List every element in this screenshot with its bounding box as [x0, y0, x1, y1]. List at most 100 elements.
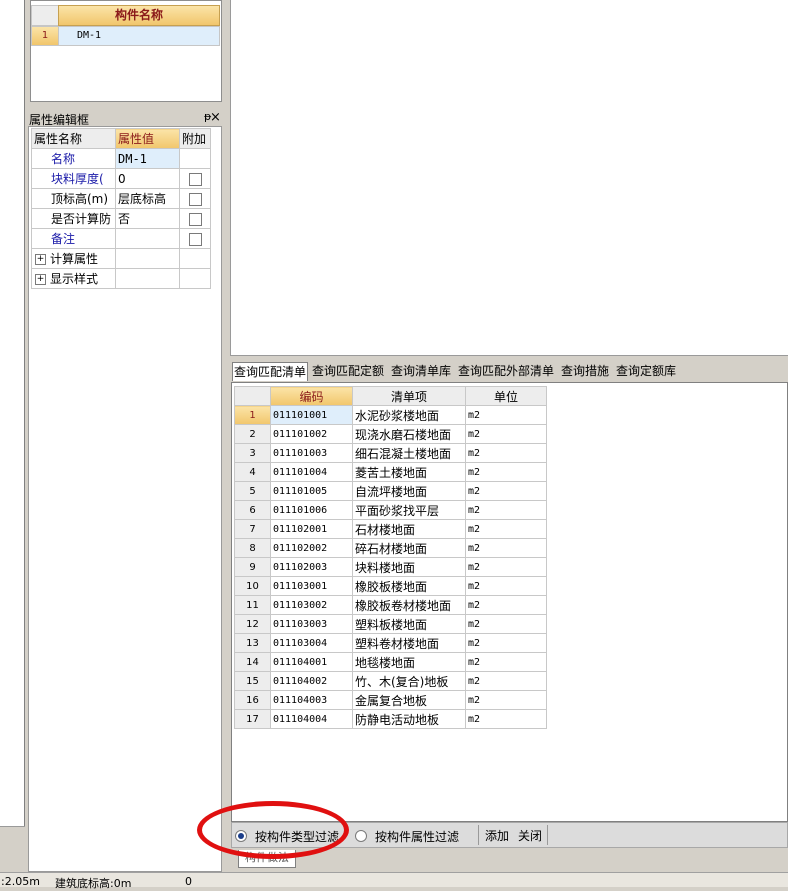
prop-remark-checkbox[interactable]	[188, 232, 202, 246]
bill-table-row[interactable]: 5 011101005 自流坪楼地面 m2	[234, 481, 547, 501]
bill-row-code[interactable]: 011102001	[270, 519, 353, 539]
bill-row-item[interactable]: 塑料卷材楼地面	[352, 633, 466, 653]
bill-row-unit[interactable]: m2	[465, 443, 547, 463]
bill-table-row[interactable]: 2 011101002 现浇水磨石楼地面 m2	[234, 424, 547, 444]
bill-row-item[interactable]: 细石混凝土楼地面	[352, 443, 466, 463]
bill-row-item[interactable]: 竹、木(复合)地板	[352, 671, 466, 691]
bill-row-code[interactable]: 011101003	[270, 443, 353, 463]
bill-table-row[interactable]: 7 011102001 石材楼地面 m2	[234, 519, 547, 539]
tab-query-matching-bill[interactable]: 查询匹配清单	[232, 362, 309, 381]
bill-row-number[interactable]: 10	[234, 576, 271, 596]
close-button[interactable]: 关闭	[518, 827, 542, 844]
bill-row-item[interactable]: 防静电活动地板	[352, 709, 466, 729]
bill-row-unit[interactable]: m2	[465, 690, 547, 710]
bill-row-number[interactable]: 3	[234, 443, 271, 463]
tab-query-bill-library[interactable]: 查询清单库	[391, 362, 451, 380]
component-row-dm1[interactable]: DM-1	[58, 26, 220, 46]
bill-row-unit[interactable]: m2	[465, 709, 547, 729]
bill-row-number[interactable]: 13	[234, 633, 271, 653]
bill-row-code[interactable]: 011103002	[270, 595, 353, 615]
prop-name-value[interactable]: DM-1	[115, 148, 180, 169]
bill-row-code[interactable]: 011102002	[270, 538, 353, 558]
bill-row-number[interactable]: 17	[234, 709, 271, 729]
bill-row-code[interactable]: 011103004	[270, 633, 353, 653]
prop-waterproof-checkbox[interactable]	[188, 212, 202, 226]
bill-row-item[interactable]: 块料楼地面	[352, 557, 466, 577]
bill-row-unit[interactable]: m2	[465, 576, 547, 596]
bill-row-code[interactable]: 011103003	[270, 614, 353, 634]
bill-row-code[interactable]: 011101005	[270, 481, 353, 501]
bill-row-unit[interactable]: m2	[465, 538, 547, 558]
bill-row-code[interactable]: 011104001	[270, 652, 353, 672]
bill-row-unit[interactable]: m2	[465, 462, 547, 482]
bill-row-number[interactable]: 2	[234, 424, 271, 444]
add-button[interactable]: 添加	[485, 827, 509, 844]
bill-table-row[interactable]: 8 011102002 碎石材楼地面 m2	[234, 538, 547, 558]
expand-plus-icon[interactable]: +	[35, 274, 46, 285]
bill-table-row[interactable]: 6 011101006 平面砂浆找平层 m2	[234, 500, 547, 520]
bill-table-row[interactable]: 3 011101003 细石混凝土楼地面 m2	[234, 443, 547, 463]
bill-row-code[interactable]: 011104003	[270, 690, 353, 710]
bill-row-item[interactable]: 现浇水磨石楼地面	[352, 424, 466, 444]
bill-table-row[interactable]: 15 011104002 竹、木(复合)地板 m2	[234, 671, 547, 691]
bill-row-unit[interactable]: m2	[465, 424, 547, 444]
bill-row-number[interactable]: 11	[234, 595, 271, 615]
bill-row-number[interactable]: 7	[234, 519, 271, 539]
bill-row-code[interactable]: 011104002	[270, 671, 353, 691]
bill-table-row[interactable]: 12 011103003 塑料板楼地面 m2	[234, 614, 547, 634]
bill-row-unit[interactable]: m2	[465, 652, 547, 672]
bill-row-number[interactable]: 1	[234, 405, 271, 425]
prop-thickness-value[interactable]: 0	[115, 168, 180, 189]
prop-waterproof-value[interactable]: 否	[115, 208, 180, 229]
bill-table-row[interactable]: 17 011104004 防静电活动地板 m2	[234, 709, 547, 729]
bill-row-code[interactable]: 011102003	[270, 557, 353, 577]
bill-row-number[interactable]: 9	[234, 557, 271, 577]
tab-query-quota-library[interactable]: 查询定额库	[616, 362, 676, 380]
prop-top-elevation-value[interactable]: 层底标高	[115, 188, 180, 209]
bill-table-row[interactable]: 9 011102003 块料楼地面 m2	[234, 557, 547, 577]
tab-query-measures[interactable]: 查询措施	[561, 362, 609, 380]
bill-table-row[interactable]: 11 011103002 橡胶板卷材楼地面 m2	[234, 595, 547, 615]
bill-row-code[interactable]: 011103001	[270, 576, 353, 596]
prop-thickness-checkbox[interactable]	[188, 172, 202, 186]
bill-row-unit[interactable]: m2	[465, 595, 547, 615]
bill-row-unit[interactable]: m2	[465, 633, 547, 653]
bill-table-row[interactable]: 16 011104003 金属复合地板 m2	[234, 690, 547, 710]
bill-row-unit[interactable]: m2	[465, 500, 547, 520]
prop-remark-value[interactable]	[115, 228, 180, 249]
bill-row-code[interactable]: 011101001	[270, 405, 353, 425]
bill-row-number[interactable]: 12	[234, 614, 271, 634]
bill-row-number[interactable]: 8	[234, 538, 271, 558]
bill-row-item[interactable]: 水泥砂浆楼地面	[352, 405, 466, 425]
bill-row-unit[interactable]: m2	[465, 519, 547, 539]
bill-table-row[interactable]: 4 011101004 菱苦土楼地面 m2	[234, 462, 547, 482]
bill-row-unit[interactable]: m2	[465, 405, 547, 425]
bill-row-unit[interactable]: m2	[465, 557, 547, 577]
expand-plus-icon[interactable]: +	[35, 254, 46, 265]
bill-table-row[interactable]: 10 011103001 橡胶板楼地面 m2	[234, 576, 547, 596]
bill-row-item[interactable]: 地毯楼地面	[352, 652, 466, 672]
radio-filter-by-attr[interactable]	[355, 830, 367, 842]
close-icon[interactable]: ×	[210, 110, 221, 125]
group-display-style[interactable]: + 显示样式	[31, 268, 116, 289]
bill-table-row[interactable]: 1 011101001 水泥砂浆楼地面 m2	[234, 405, 547, 425]
radio-filter-by-attr-label[interactable]: 按构件属性过滤	[375, 828, 459, 845]
bill-row-item[interactable]: 自流坪楼地面	[352, 481, 466, 501]
prop-top-elevation-checkbox[interactable]	[188, 192, 202, 206]
bill-row-item[interactable]: 橡胶板楼地面	[352, 576, 466, 596]
bill-row-code[interactable]: 011101004	[270, 462, 353, 482]
bill-row-code[interactable]: 011104004	[270, 709, 353, 729]
bill-table-row[interactable]: 14 011104001 地毯楼地面 m2	[234, 652, 547, 672]
bill-row-item[interactable]: 橡胶板卷材楼地面	[352, 595, 466, 615]
group-calc-properties[interactable]: + 计算属性	[31, 248, 116, 269]
bill-row-number[interactable]: 4	[234, 462, 271, 482]
bill-row-item[interactable]: 菱苦土楼地面	[352, 462, 466, 482]
bill-row-unit[interactable]: m2	[465, 481, 547, 501]
bill-row-item[interactable]: 金属复合地板	[352, 690, 466, 710]
bill-table-row[interactable]: 13 011103004 塑料卷材楼地面 m2	[234, 633, 547, 653]
bill-row-number[interactable]: 6	[234, 500, 271, 520]
tab-query-matching-quota[interactable]: 查询匹配定额	[312, 362, 384, 380]
bill-row-item[interactable]: 碎石材楼地面	[352, 538, 466, 558]
drawing-canvas[interactable]	[230, 0, 788, 356]
bill-row-number[interactable]: 14	[234, 652, 271, 672]
